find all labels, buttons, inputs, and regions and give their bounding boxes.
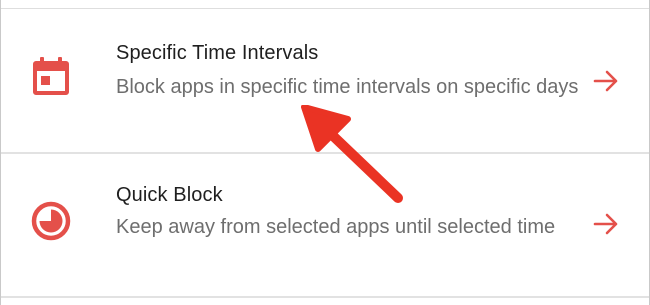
block-options-panel: Specific Time Intervals Block apps in sp… xyxy=(0,0,650,305)
timer-icon xyxy=(31,201,71,241)
bottom-divider xyxy=(1,296,649,298)
option-title: Quick Block xyxy=(116,184,223,206)
arrow-right-icon[interactable] xyxy=(593,212,619,236)
annotation-arrow-icon xyxy=(296,104,416,215)
option-description: Keep away from selected apps until selec… xyxy=(116,216,556,238)
option-title: Specific Time Intervals xyxy=(116,42,319,64)
calendar-icon xyxy=(31,56,71,96)
arrow-right-icon[interactable] xyxy=(593,69,619,93)
option-description: Block apps in specific time intervals on… xyxy=(116,76,579,98)
